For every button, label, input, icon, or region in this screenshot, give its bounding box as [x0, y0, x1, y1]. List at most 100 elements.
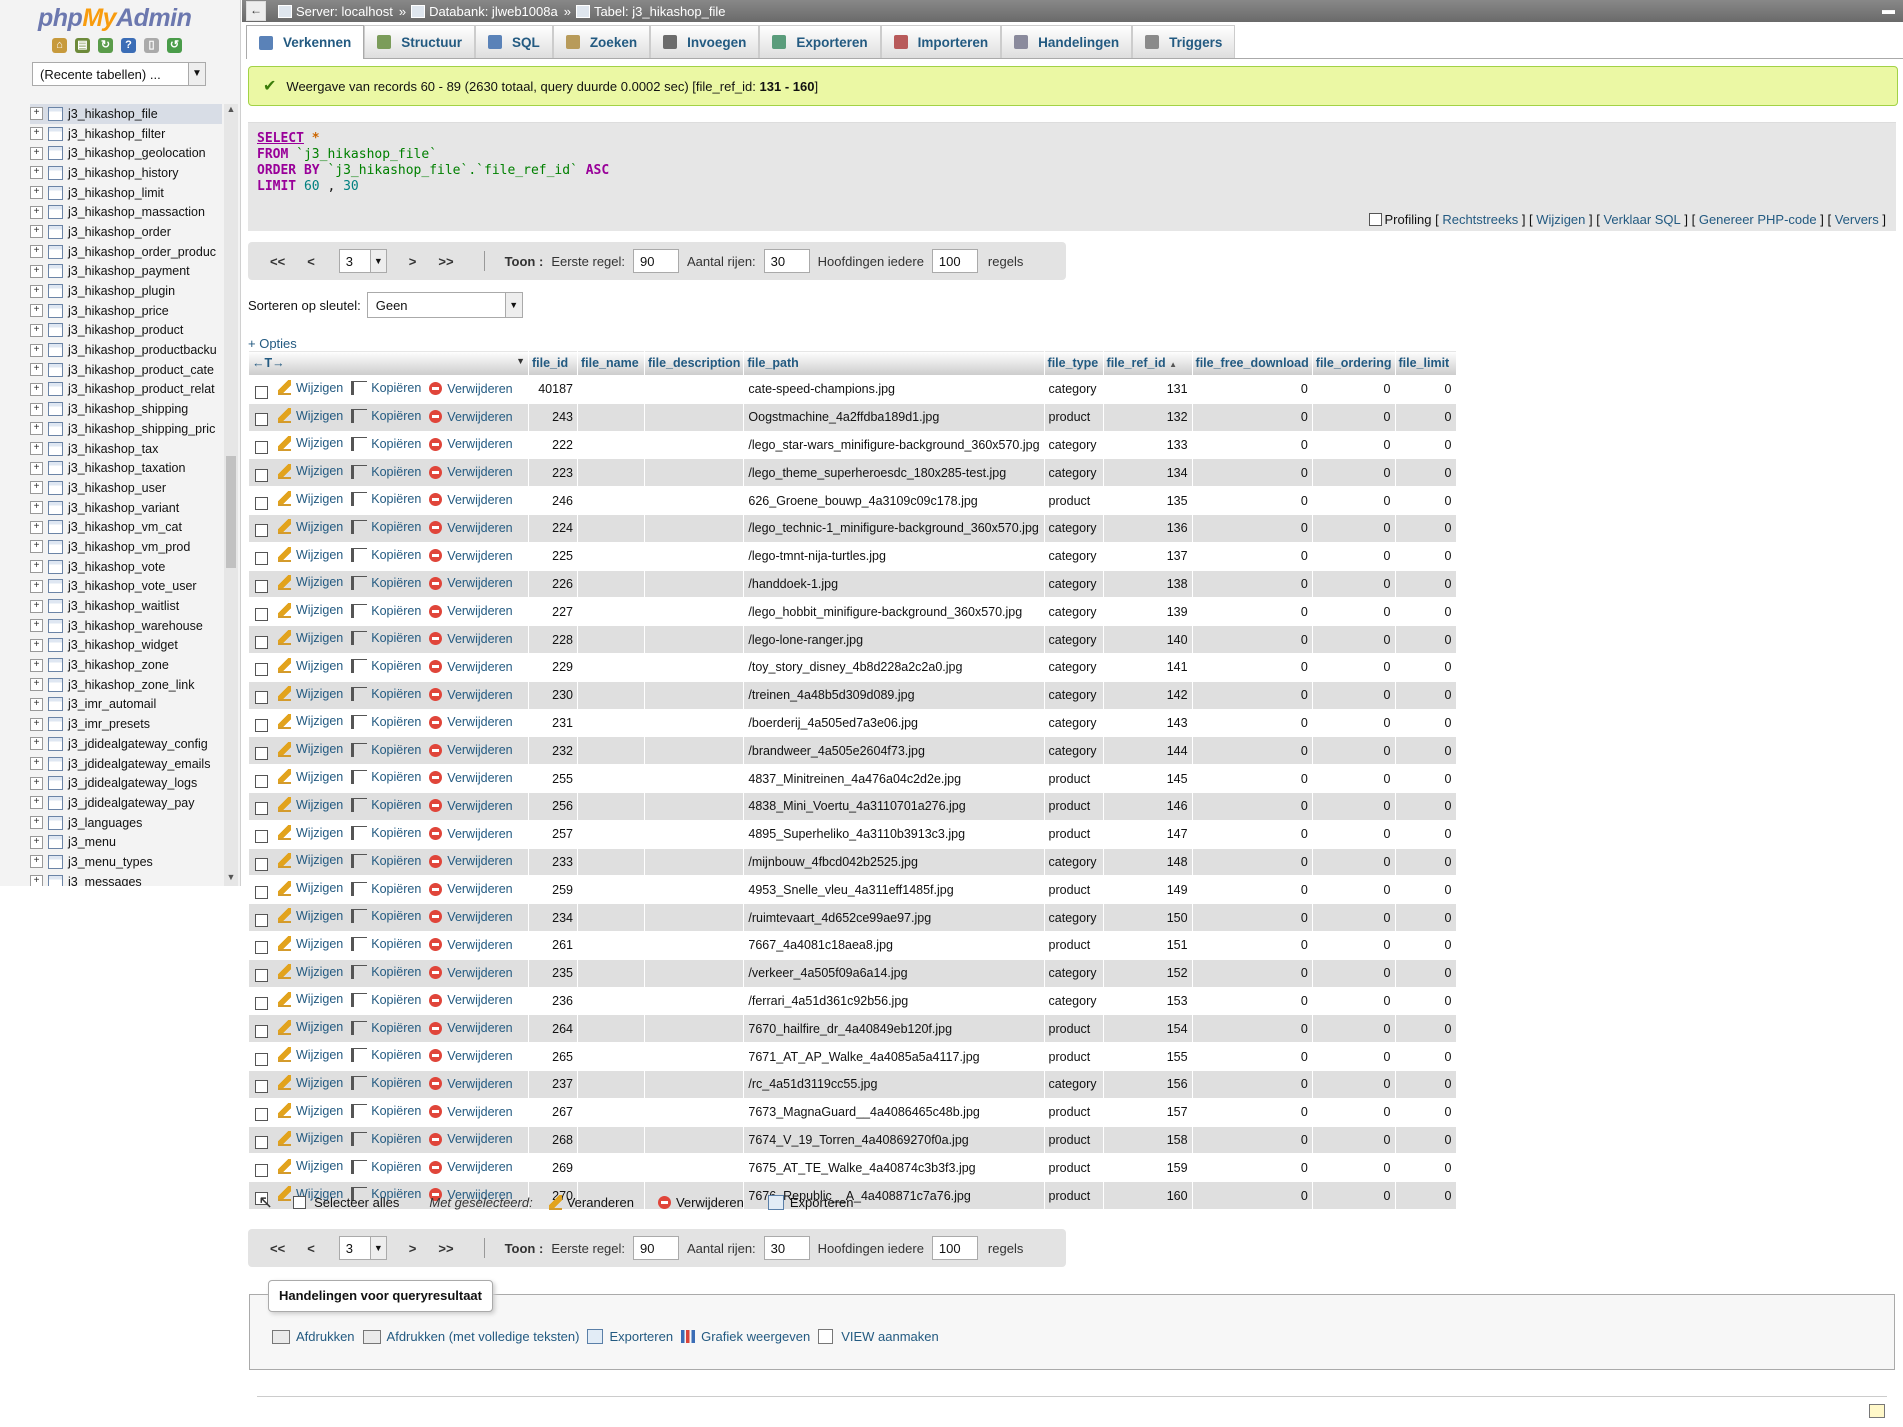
cell-file-ref-id[interactable]: 131 — [1102, 375, 1193, 404]
nav-table-item[interactable]: + j3_hikashop_plugin — [30, 281, 222, 301]
delete-row-link[interactable]: Verwijderen — [429, 576, 513, 590]
cell-file-ref-id[interactable]: 133 — [1102, 430, 1193, 460]
cell-file-ordering[interactable]: 0 — [1311, 875, 1396, 905]
cell-file-limit[interactable]: 0 — [1394, 930, 1457, 960]
table-icon[interactable] — [48, 362, 63, 377]
delete-row-link[interactable]: Verwijderen — [429, 465, 513, 479]
copy-row-link[interactable]: Kopiëren — [351, 687, 421, 702]
cell-file-description[interactable] — [643, 875, 745, 905]
cell-file-ordering[interactable]: 0 — [1311, 458, 1396, 488]
edit-row-link[interactable]: Wijzigen — [278, 769, 343, 785]
cell-file-ordering[interactable]: 0 — [1311, 930, 1396, 960]
copy-row-link[interactable]: Kopiëren — [351, 1076, 421, 1091]
cell-file-limit[interactable]: 0 — [1394, 375, 1457, 404]
tab-handelingen[interactable]: Handelingen — [1001, 25, 1133, 58]
cell-file-name[interactable] — [577, 903, 645, 932]
cell-file-free-download[interactable]: 0 — [1191, 652, 1313, 682]
column-header-file_name[interactable]: file_name — [577, 350, 645, 376]
cell-file-limit[interactable]: 0 — [1394, 819, 1457, 849]
scroll-up-icon[interactable]: ▲ — [224, 104, 238, 118]
cell-file-description[interactable] — [643, 569, 745, 599]
cell-file-description[interactable] — [643, 819, 745, 849]
cell-file-id[interactable]: 268 — [528, 1125, 578, 1155]
cell-file-description[interactable] — [643, 791, 745, 821]
row-checkbox[interactable] — [255, 802, 268, 816]
cell-file-ordering[interactable]: 0 — [1311, 541, 1396, 571]
cell-file-type[interactable]: category — [1043, 513, 1104, 543]
nav-table-item[interactable]: + j3_hikashop_shipping — [30, 399, 222, 419]
cell-file-type[interactable]: product — [1043, 1042, 1104, 1071]
cell-file-ref-id[interactable]: 140 — [1102, 625, 1193, 654]
cell-file-type[interactable]: category — [1043, 708, 1104, 738]
table-icon[interactable] — [48, 854, 63, 869]
rows-input[interactable]: 30 — [763, 1236, 810, 1260]
tab-exporteren[interactable]: Exporteren — [759, 25, 881, 58]
copy-row-link[interactable]: Kopiëren — [351, 631, 421, 646]
cell-file-type[interactable]: category — [1043, 958, 1104, 988]
copy-row-link[interactable]: Kopiëren — [351, 603, 421, 618]
cell-file-ordering[interactable]: 0 — [1311, 791, 1396, 821]
edit-row-link[interactable]: Wijzigen — [278, 825, 343, 841]
row-checkbox[interactable] — [255, 552, 268, 566]
cell-file-type[interactable]: category — [1043, 569, 1104, 599]
table-icon[interactable] — [48, 441, 63, 456]
cell-file-type[interactable]: product — [1043, 764, 1104, 793]
cell-file-type[interactable]: product — [1043, 1125, 1104, 1155]
table-icon[interactable] — [48, 224, 63, 239]
cell-file-description[interactable] — [643, 430, 745, 460]
cell-file-name[interactable] — [577, 1153, 645, 1183]
nav-table-item[interactable]: + j3_hikashop_product_relat — [30, 380, 222, 400]
delete-row-link[interactable]: Verwijderen — [429, 854, 513, 868]
home-icon[interactable]: ⌂ — [52, 38, 67, 53]
cell-file-free-download[interactable]: 0 — [1191, 458, 1313, 488]
expand-icon[interactable]: + — [30, 284, 43, 298]
expand-icon[interactable]: + — [30, 717, 43, 731]
cell-file-ordering[interactable]: 0 — [1311, 764, 1396, 793]
copy-row-link[interactable]: Kopiëren — [351, 1048, 421, 1063]
nav-table-item[interactable]: + j3_hikashop_vote — [30, 557, 222, 577]
expand-icon[interactable]: + — [30, 166, 43, 180]
cell-file-id[interactable]: 267 — [528, 1097, 578, 1127]
expand-icon[interactable]: + — [30, 363, 43, 377]
column-menu-chevron-icon[interactable]: ▼ — [516, 356, 525, 366]
cell-file-id[interactable]: 269 — [528, 1153, 578, 1183]
cell-file-type[interactable]: product — [1043, 1181, 1104, 1210]
cell-file-id[interactable]: 231 — [528, 708, 578, 738]
cell-file-description[interactable] — [643, 1097, 745, 1127]
delete-row-link[interactable]: Verwijderen — [429, 493, 513, 507]
cell-file-limit[interactable]: 0 — [1394, 986, 1457, 1016]
expand-icon[interactable]: + — [30, 323, 43, 337]
delete-row-link[interactable]: Verwijderen — [429, 993, 513, 1007]
cell-file-limit[interactable]: 0 — [1394, 1042, 1457, 1071]
edit-row-link[interactable]: Wijzigen — [278, 463, 343, 479]
first-page-button[interactable]: << — [270, 1241, 285, 1256]
cell-file-name[interactable] — [577, 1014, 645, 1044]
copy-row-link[interactable]: Kopiëren — [351, 436, 421, 451]
table-icon[interactable] — [48, 736, 63, 751]
cell-file-ordering[interactable]: 0 — [1311, 513, 1396, 543]
delete-row-link[interactable]: Verwijderen — [429, 410, 513, 424]
cell-file-ref-id[interactable]: 150 — [1102, 903, 1193, 932]
expand-icon[interactable]: + — [30, 186, 43, 200]
cell-file-path[interactable]: /handdoek-1.jpg — [743, 569, 1045, 599]
edit-query-link[interactable]: Wijzigen — [1536, 212, 1585, 227]
cell-file-id[interactable]: 40187 — [528, 375, 578, 404]
cell-file-name[interactable] — [577, 1042, 645, 1071]
cell-file-limit[interactable]: 0 — [1394, 1014, 1457, 1044]
cell-file-path[interactable]: /verkeer_4a505f09a6a14.jpg — [743, 958, 1045, 988]
breadcrumb-server[interactable]: Server: localhost — [278, 4, 393, 19]
cell-file-free-download[interactable]: 0 — [1191, 375, 1313, 404]
cell-file-free-download[interactable]: 0 — [1191, 958, 1313, 988]
nav-table-item[interactable]: + j3_hikashop_order — [30, 222, 222, 242]
table-icon[interactable] — [48, 520, 63, 535]
cell-file-ref-id[interactable]: 145 — [1102, 764, 1193, 793]
cell-file-free-download[interactable]: 0 — [1191, 1181, 1313, 1210]
delete-row-link[interactable]: Verwijderen — [429, 688, 513, 702]
cell-file-name[interactable] — [577, 958, 645, 988]
expand-icon[interactable]: + — [30, 875, 43, 886]
tree-scrollbar[interactable]: ▲ ▼ — [224, 104, 238, 886]
cell-file-ref-id[interactable]: 136 — [1102, 513, 1193, 543]
cell-file-description[interactable] — [643, 1069, 745, 1099]
cell-file-description[interactable] — [643, 541, 745, 571]
delete-row-link[interactable]: Verwijderen — [429, 382, 513, 396]
